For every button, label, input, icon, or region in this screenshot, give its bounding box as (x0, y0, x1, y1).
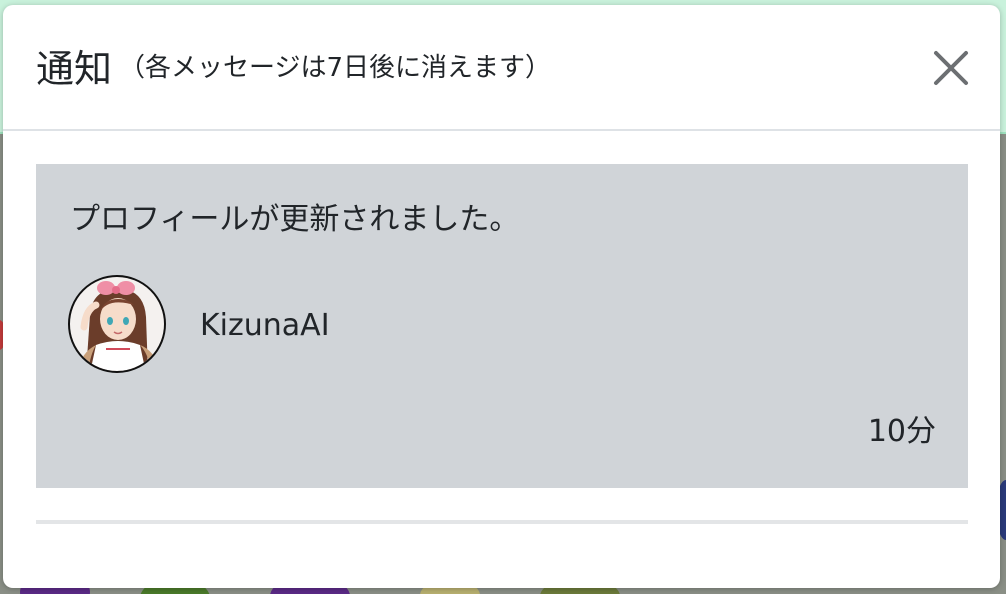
user-avatar[interactable] (68, 275, 166, 373)
avatar-image (68, 275, 166, 373)
user-name[interactable]: KizunaAI (200, 306, 330, 346)
modal-header: 通知 （各メッセージは7日後に消えます） (3, 5, 1000, 131)
notification-modal: 通知 （各メッセージは7日後に消えます） プロフィールが更新されました。 Kiz… (3, 5, 1000, 588)
modal-body: プロフィールが更新されました。 KizunaAI 10分 (36, 164, 968, 488)
modal-title: 通知 (36, 47, 113, 91)
close-button[interactable] (932, 49, 970, 87)
close-icon (934, 51, 968, 85)
notification-message: プロフィールが更新されました。 (70, 202, 520, 237)
notification-time: 10分 (867, 414, 936, 449)
modal-subtitle: （各メッセージは7日後に消えます） (119, 53, 552, 83)
notification-item[interactable]: プロフィールが更新されました。 KizunaAI 10分 (36, 164, 968, 488)
list-divider (36, 520, 968, 524)
